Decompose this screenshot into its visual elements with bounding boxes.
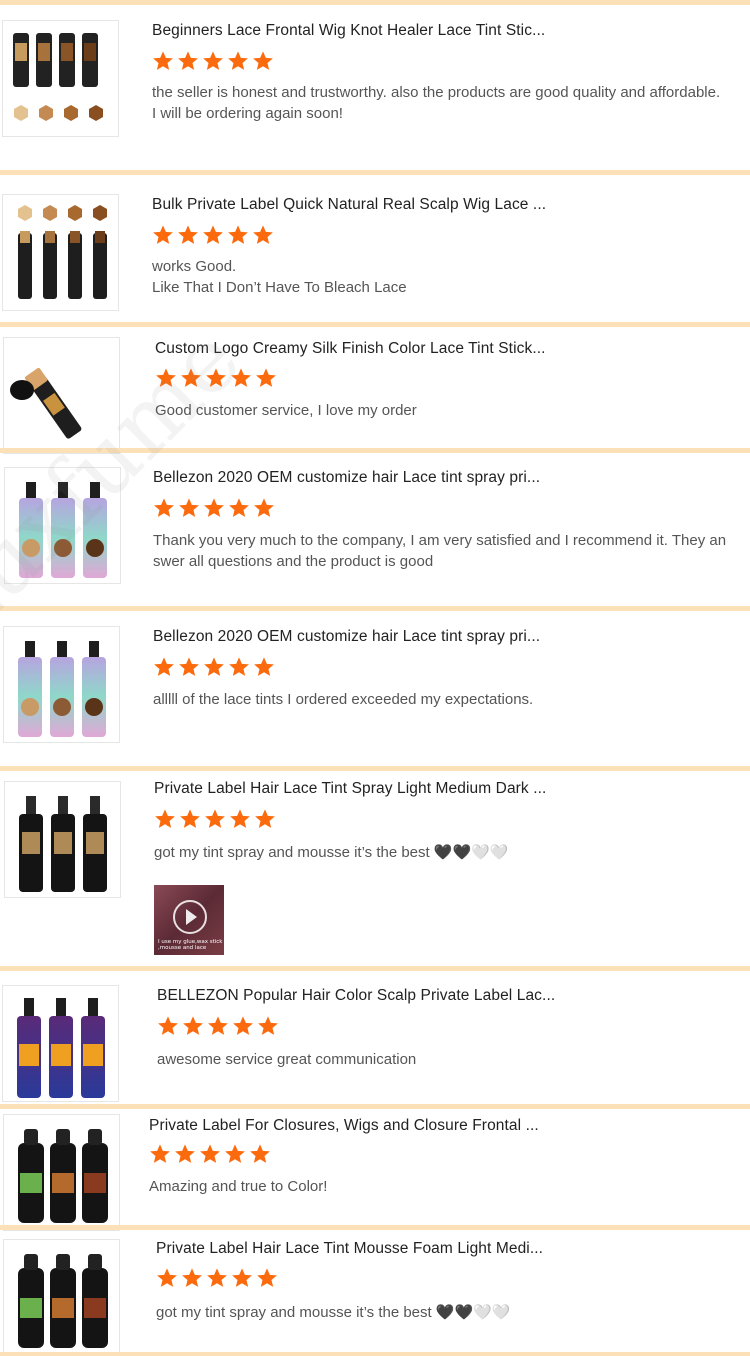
play-icon[interactable] bbox=[173, 900, 207, 934]
star-icon bbox=[228, 225, 248, 244]
star-icon bbox=[254, 657, 274, 676]
star-icon bbox=[153, 51, 173, 70]
review-text: got my tint spray and mousse it’s the be… bbox=[154, 844, 509, 861]
star-icon bbox=[254, 498, 274, 517]
product-title[interactable]: Beginners Lace Frontal Wig Knot Healer L… bbox=[152, 22, 545, 40]
review-text: Thank you very much to the company, I am… bbox=[153, 532, 727, 570]
product-title[interactable]: BELLEZON Popular Hair Color Scalp Privat… bbox=[157, 987, 555, 1005]
star-icon bbox=[182, 1268, 202, 1287]
review-text: works Good. Like That I Don’t Have To Bl… bbox=[152, 258, 407, 296]
product-title[interactable]: Private Label For Closures, Wigs and Clo… bbox=[149, 1117, 539, 1135]
star-icon bbox=[256, 368, 276, 387]
review-text: alllll of the lace tints I ordered excee… bbox=[153, 691, 534, 708]
star-icon bbox=[204, 657, 224, 676]
product-thumbnail[interactable] bbox=[2, 194, 119, 311]
product-thumbnail[interactable] bbox=[2, 20, 119, 137]
product-thumbnail[interactable] bbox=[4, 467, 121, 584]
star-rating bbox=[154, 808, 276, 832]
review-video-thumbnail[interactable]: I use my glue,wax stick ,mousse and lace bbox=[154, 885, 224, 955]
review-text: Good customer service, I love my order bbox=[155, 402, 417, 419]
review-list: Beginners Lace Frontal Wig Knot Healer L… bbox=[0, 0, 750, 1356]
product-title[interactable]: Private Label Hair Lace Tint Mousse Foam… bbox=[156, 1240, 543, 1258]
product-thumbnail[interactable] bbox=[3, 337, 120, 454]
star-icon bbox=[207, 1268, 227, 1287]
star-icon bbox=[178, 51, 198, 70]
review-item: Bulk Private Label Quick Natural Real Sc… bbox=[0, 172, 750, 324]
star-icon bbox=[157, 1268, 177, 1287]
review-item: Bellezon 2020 OEM customize hair Lace ti… bbox=[0, 611, 750, 766]
star-icon bbox=[258, 1016, 278, 1035]
star-icon bbox=[206, 368, 226, 387]
review-text: Amazing and true to Color! bbox=[149, 1178, 328, 1195]
star-rating bbox=[152, 224, 274, 248]
star-icon bbox=[156, 368, 176, 387]
product-title[interactable]: Bellezon 2020 OEM customize hair Lace ti… bbox=[153, 628, 540, 646]
review-text: the seller is honest and trustworthy. al… bbox=[152, 84, 721, 122]
star-rating bbox=[157, 1015, 279, 1039]
product-thumbnail[interactable] bbox=[3, 1114, 120, 1231]
star-icon bbox=[203, 51, 223, 70]
star-icon bbox=[232, 1268, 252, 1287]
star-icon bbox=[208, 1016, 228, 1035]
star-icon bbox=[183, 1016, 203, 1035]
star-icon bbox=[155, 809, 175, 828]
review-text: got my tint spray and mousse it’s the be… bbox=[156, 1304, 511, 1321]
product-title[interactable]: Private Label Hair Lace Tint Spray Light… bbox=[154, 780, 546, 798]
star-icon bbox=[175, 1144, 195, 1163]
product-title[interactable]: Custom Logo Creamy Silk Finish Color Lac… bbox=[155, 340, 546, 358]
star-icon bbox=[228, 51, 248, 70]
video-caption: I use my glue,wax stick ,mousse and lace bbox=[158, 939, 223, 951]
star-icon bbox=[229, 657, 249, 676]
review-item: Private Label Hair Lace Tint Spray Light… bbox=[0, 771, 750, 966]
product-title[interactable]: Bellezon 2020 OEM customize hair Lace ti… bbox=[153, 469, 540, 487]
product-thumbnail[interactable] bbox=[3, 626, 120, 743]
star-icon bbox=[229, 498, 249, 517]
star-icon bbox=[179, 657, 199, 676]
review-item: Custom Logo Creamy Silk Finish Color Lac… bbox=[0, 327, 750, 454]
product-thumbnail[interactable] bbox=[4, 781, 121, 898]
star-icon bbox=[250, 1144, 270, 1163]
review-item: Private Label For Closures, Wigs and Clo… bbox=[0, 1109, 750, 1231]
star-icon bbox=[225, 1144, 245, 1163]
star-icon bbox=[205, 809, 225, 828]
separator bbox=[0, 1352, 750, 1356]
review-text: awesome service great communication bbox=[157, 1051, 417, 1068]
star-icon bbox=[181, 368, 201, 387]
review-item: BELLEZON Popular Hair Color Scalp Privat… bbox=[0, 971, 750, 1102]
star-rating bbox=[156, 1267, 278, 1291]
star-icon bbox=[203, 225, 223, 244]
star-icon bbox=[255, 809, 275, 828]
star-rating bbox=[149, 1143, 271, 1167]
product-thumbnail[interactable] bbox=[3, 1239, 120, 1356]
star-icon bbox=[180, 809, 200, 828]
product-thumbnail[interactable] bbox=[2, 985, 119, 1102]
star-rating bbox=[155, 367, 277, 391]
star-rating bbox=[152, 50, 274, 74]
star-icon bbox=[200, 1144, 220, 1163]
star-icon bbox=[153, 225, 173, 244]
star-icon bbox=[230, 809, 250, 828]
star-icon bbox=[257, 1268, 277, 1287]
star-icon bbox=[158, 1016, 178, 1035]
star-rating bbox=[153, 656, 275, 680]
star-icon bbox=[150, 1144, 170, 1163]
review-item: Bellezon 2020 OEM customize hair Lace ti… bbox=[0, 453, 750, 608]
star-icon bbox=[253, 51, 273, 70]
star-icon bbox=[154, 498, 174, 517]
review-item: Private Label Hair Lace Tint Mousse Foam… bbox=[0, 1230, 750, 1356]
star-icon bbox=[154, 657, 174, 676]
product-title[interactable]: Bulk Private Label Quick Natural Real Sc… bbox=[152, 196, 546, 214]
star-icon bbox=[231, 368, 251, 387]
star-rating bbox=[153, 497, 275, 521]
star-icon bbox=[204, 498, 224, 517]
star-icon bbox=[253, 225, 273, 244]
star-icon bbox=[178, 225, 198, 244]
star-icon bbox=[179, 498, 199, 517]
review-item: Beginners Lace Frontal Wig Knot Healer L… bbox=[0, 0, 750, 172]
star-icon bbox=[233, 1016, 253, 1035]
